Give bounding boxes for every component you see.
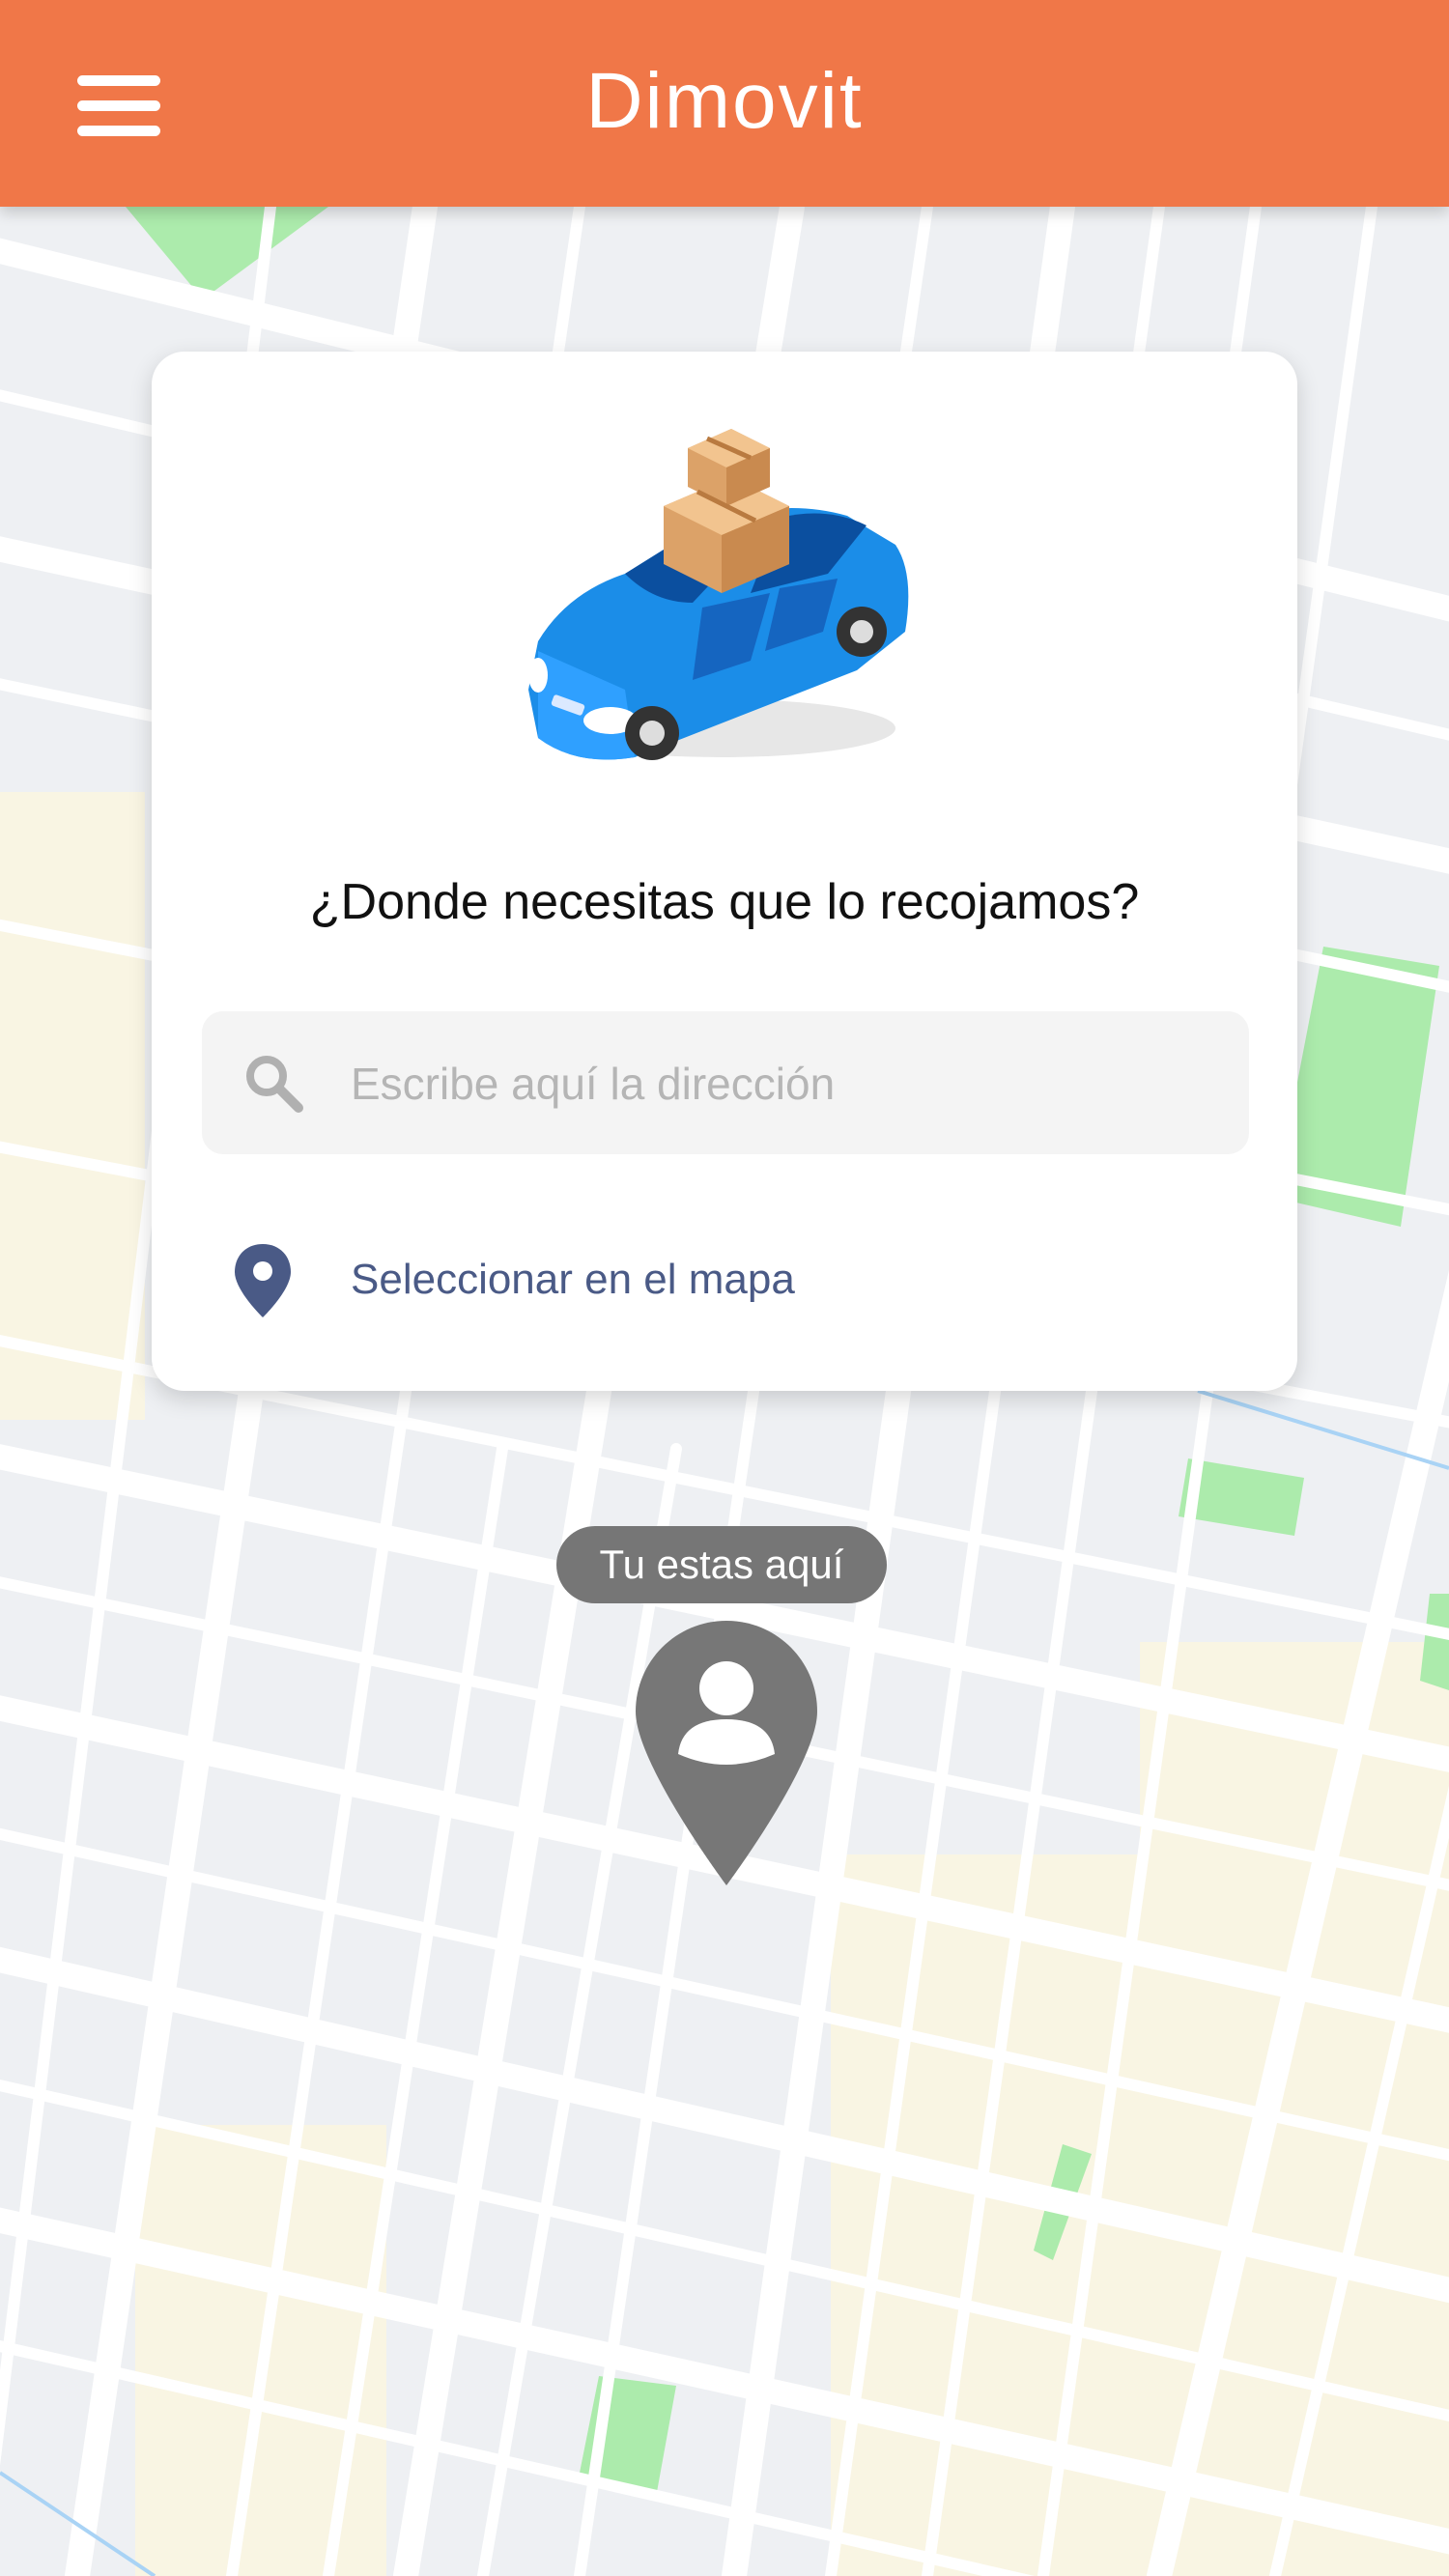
car-with-packages-illustration xyxy=(528,429,909,760)
app-title: Dimovit xyxy=(585,57,864,145)
app-bar: Dimovit xyxy=(0,0,1449,207)
select-on-map-label: Seleccionar en el mapa xyxy=(351,1256,795,1303)
user-location-pin-icon[interactable] xyxy=(634,1619,819,1887)
address-search-input[interactable] xyxy=(349,1044,1222,1123)
current-location-label: Tu estas aquí xyxy=(556,1526,887,1603)
pickup-card: ¿Donde necesitas que lo recojamos? Selec… xyxy=(152,352,1297,1391)
location-pin-icon xyxy=(235,1244,291,1317)
pickup-question: ¿Donde necesitas que lo recojamos? xyxy=(309,874,1140,930)
select-on-map-button[interactable]: Seleccionar en el mapa xyxy=(229,1229,924,1325)
address-search-box[interactable] xyxy=(202,1011,1249,1154)
search-icon xyxy=(246,1056,303,1113)
